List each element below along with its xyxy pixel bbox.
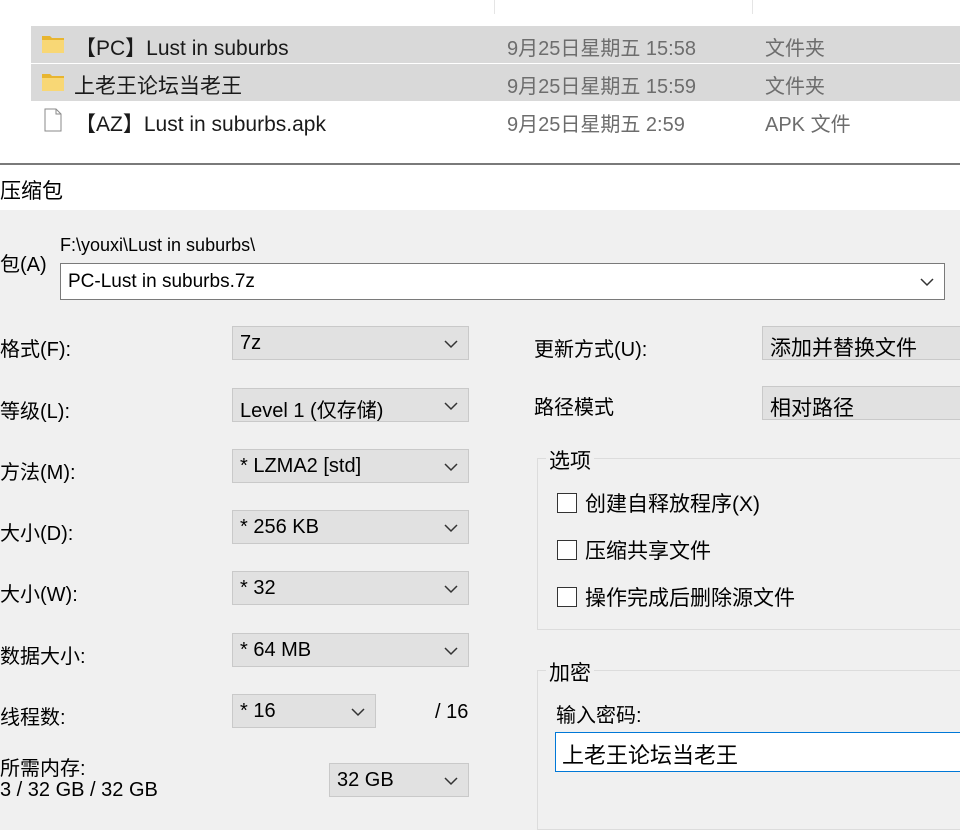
archive-path: F:\youxi\Lust in suburbs\ — [60, 235, 256, 255]
threads-value: * 16 — [240, 700, 276, 722]
file-date: 9月25日星期五 2:59 — [507, 114, 685, 136]
checkbox-label: 创建自释放程序(X) — [585, 493, 760, 516]
level-value: Level 1 (仅存储) — [240, 400, 384, 422]
format-label: 格式(F): — [0, 339, 72, 361]
checkbox-box[interactable] — [557, 493, 577, 513]
file-type: 文件夹 — [765, 76, 825, 98]
checkbox-label: 压缩共享文件 — [585, 540, 711, 563]
update-mode-label: 更新方式(U): — [534, 339, 648, 361]
file-icon — [44, 108, 62, 132]
method-label: 方法(M): — [0, 462, 76, 484]
file-date: 9月25日星期五 15:59 — [507, 76, 696, 98]
memory-value: 32 GB — [337, 769, 394, 791]
format-value: 7z — [240, 332, 262, 354]
checkbox-box[interactable] — [557, 587, 577, 607]
update-mode-select[interactable]: 添加并替换文件 — [762, 326, 960, 360]
dialog-title: 压缩包 — [0, 180, 63, 203]
solid-size-label: 数据大小: — [0, 646, 86, 668]
chevron-down-icon — [444, 402, 458, 411]
file-row[interactable]: 【PC】Lust in suburbs 9月25日星期五 15:58 文件夹 — [31, 26, 960, 63]
chevron-down-icon — [444, 463, 458, 472]
file-row[interactable]: 上老王论坛当老王 9月25日星期五 15:59 文件夹 — [31, 64, 960, 101]
column-divider[interactable] — [752, 0, 753, 14]
chevron-down-icon — [444, 777, 458, 786]
update-mode-value: 添加并替换文件 — [770, 337, 917, 360]
word-size-select[interactable]: * 32 — [232, 571, 469, 605]
level-label: 等级(L): — [0, 401, 70, 423]
folder-icon — [42, 74, 64, 91]
file-list: 【PC】Lust in suburbs 9月25日星期五 15:58 文件夹 上… — [0, 0, 960, 163]
chevron-down-icon — [444, 524, 458, 533]
archive-name-value: PC-Lust in suburbs.7z — [68, 271, 255, 292]
archive-name-combo[interactable]: PC-Lust in suburbs.7z — [60, 263, 945, 300]
method-value: * LZMA2 [std] — [240, 455, 362, 477]
chevron-down-icon — [444, 647, 458, 656]
threads-max: / 16 — [435, 701, 469, 723]
word-size-value: * 32 — [240, 577, 276, 599]
checkbox-label: 操作完成后删除源文件 — [585, 587, 795, 610]
dict-size-label: 大小(D): — [0, 523, 74, 545]
file-name: 【PC】Lust in suburbs — [75, 37, 289, 60]
column-divider[interactable] — [494, 0, 495, 14]
archive-label: 包(A) — [0, 254, 47, 276]
solid-size-select[interactable]: * 64 MB — [232, 633, 469, 667]
format-select[interactable]: 7z — [232, 326, 469, 360]
sfx-checkbox[interactable]: 创建自释放程序(X) — [557, 488, 760, 518]
chevron-down-icon — [444, 585, 458, 594]
shared-files-checkbox[interactable]: 压缩共享文件 — [557, 535, 711, 565]
memory-label: 所需内存: — [0, 758, 86, 780]
file-date: 9月25日星期五 15:58 — [507, 38, 696, 60]
method-select[interactable]: * LZMA2 [std] — [232, 449, 469, 483]
solid-size-value: * 64 MB — [240, 639, 312, 661]
encryption-group-title: 加密 — [546, 657, 594, 687]
memory-detail: 3 / 32 GB / 32 GB — [0, 779, 158, 801]
checkbox-box[interactable] — [557, 540, 577, 560]
threads-select[interactable]: * 16 — [232, 694, 376, 728]
options-group-title: 选项 — [546, 445, 594, 475]
file-type: 文件夹 — [765, 38, 825, 60]
dict-size-select[interactable]: * 256 KB — [232, 510, 469, 544]
folder-icon — [42, 36, 64, 53]
delete-source-checkbox[interactable]: 操作完成后删除源文件 — [557, 582, 795, 612]
chevron-down-icon — [444, 340, 458, 349]
word-size-label: 大小(W): — [0, 584, 78, 606]
dict-size-value: * 256 KB — [240, 516, 319, 538]
dialog-titlebar[interactable]: 压缩包 — [0, 165, 960, 210]
file-type: APK 文件 — [765, 114, 851, 136]
chevron-down-icon — [351, 708, 365, 717]
path-mode-select[interactable]: 相对路径 — [762, 386, 960, 420]
password-label: 输入密码: — [556, 705, 642, 727]
path-mode-label: 路径模式 — [534, 397, 614, 419]
file-name: 【AZ】Lust in suburbs.apk — [75, 113, 326, 136]
memory-select[interactable]: 32 GB — [329, 763, 469, 797]
chevron-down-icon — [920, 278, 934, 287]
threads-label: 线程数: — [0, 707, 66, 729]
file-name: 上老王论坛当老王 — [74, 75, 242, 98]
file-row[interactable]: 【AZ】Lust in suburbs.apk 9月25日星期五 2:59 AP… — [31, 102, 960, 139]
password-value: 上老王论坛当老王 — [562, 743, 739, 768]
path-mode-value: 相对路径 — [770, 397, 854, 420]
level-select[interactable]: Level 1 (仅存储) — [232, 388, 469, 422]
password-input[interactable]: 上老王论坛当老王 — [555, 732, 960, 772]
